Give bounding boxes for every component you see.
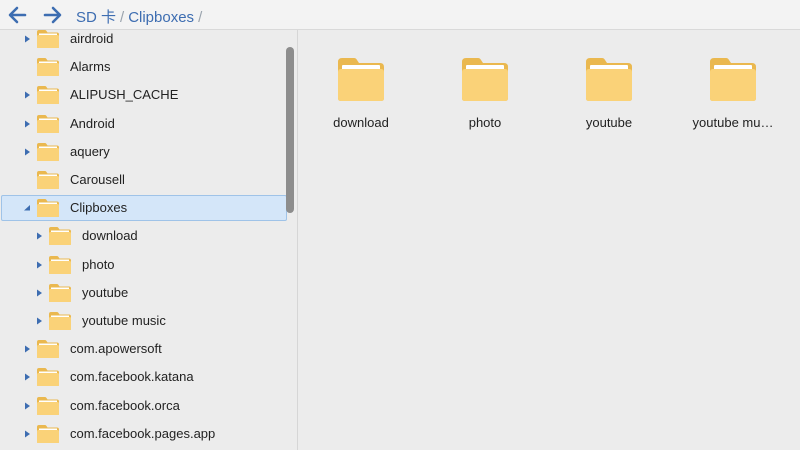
tree-item-label: com.facebook.katana	[70, 369, 194, 385]
tree-item[interactable]: download	[0, 223, 297, 249]
sidebar-scrollbar[interactable]	[286, 47, 294, 213]
folder-icon	[708, 54, 758, 102]
expand-arrow-icon[interactable]	[22, 344, 32, 354]
folder-icon	[48, 282, 72, 303]
arrow-left-icon	[8, 6, 27, 24]
folder-icon	[36, 338, 60, 359]
expand-arrow-open-icon[interactable]	[22, 203, 32, 213]
folder-icon	[36, 395, 60, 416]
arrow-right-icon	[43, 6, 62, 24]
breadcrumb: SD 卡 / Clipboxes /	[76, 6, 206, 27]
folder-tree-sidebar: airdroid Alarms ALIPUSH_CACHE Android aquery…	[0, 30, 298, 450]
forward-button[interactable]	[40, 2, 66, 28]
folder-contents: download photo youtube youtube mu…	[299, 30, 800, 450]
folder-icon	[36, 169, 60, 190]
tree-item-label: com.apowersoft	[70, 341, 162, 357]
expand-arrow-icon[interactable]	[22, 147, 32, 157]
folder-icon	[584, 54, 634, 102]
folder-icon	[36, 113, 60, 134]
folder-item[interactable]: youtube mu…	[678, 52, 788, 142]
tree-item[interactable]: com.facebook.katana	[0, 364, 297, 390]
tree-item[interactable]: Clipboxes	[0, 195, 297, 222]
folder-item-label: youtube	[585, 115, 633, 130]
expand-arrow-icon[interactable]	[22, 34, 32, 44]
folder-icon	[48, 254, 72, 275]
tree-item[interactable]: aquery	[0, 139, 297, 165]
expand-arrow-icon[interactable]	[34, 288, 44, 298]
tree-item-label: Carousell	[70, 172, 125, 187]
tree-item[interactable]: com.apowersoft	[0, 336, 297, 362]
folder-icon	[36, 30, 60, 49]
folder-icon	[336, 54, 386, 102]
folder-icon	[460, 54, 510, 102]
toolbar: SD 卡 / Clipboxes /	[0, 0, 800, 30]
folder-icon	[36, 141, 60, 162]
tree-item[interactable]: youtube	[0, 280, 297, 306]
breadcrumb-separator: /	[198, 9, 203, 26]
tree-item-label: Alarms	[70, 59, 111, 75]
expand-arrow-icon[interactable]	[22, 372, 32, 382]
folder-item[interactable]: youtube	[554, 52, 664, 142]
expand-arrow-icon[interactable]	[22, 429, 32, 439]
tree-item[interactable]: airdroid	[0, 30, 297, 52]
tree-item[interactable]: photo	[0, 252, 297, 278]
tree-item-label: Android	[70, 115, 115, 131]
expand-arrow-icon[interactable]	[34, 260, 44, 270]
tree-item-label: photo	[82, 256, 115, 272]
tree-item-label: download	[82, 228, 138, 244]
tree-item[interactable]: ALIPUSH_CACHE	[0, 82, 297, 108]
folder-icon	[48, 310, 72, 331]
folder-item[interactable]: photo	[430, 52, 540, 142]
folder-icon	[36, 56, 60, 77]
back-button[interactable]	[4, 2, 30, 28]
expand-arrow-icon[interactable]	[22, 119, 32, 129]
folder-item-label: download	[333, 115, 389, 130]
folder-item[interactable]: download	[306, 52, 416, 142]
tree-item-label: aquery	[70, 143, 110, 159]
tree-item-label: com.facebook.orca	[70, 397, 180, 413]
folder-icon	[36, 423, 60, 444]
tree-item-label: airdroid	[70, 31, 114, 46]
tree-item[interactable]: Carousell	[0, 167, 297, 193]
folder-icon	[48, 225, 72, 246]
tree-item-label: Clipboxes	[70, 200, 128, 216]
tree-item[interactable]: youtube music	[0, 308, 297, 334]
expand-arrow-icon[interactable]	[22, 90, 32, 100]
folder-item-label: photo	[468, 115, 502, 130]
tree-item[interactable]: Android	[0, 111, 297, 137]
tree-item[interactable]: com.facebook.pages.app	[0, 421, 297, 447]
expand-arrow-icon[interactable]	[34, 231, 44, 241]
tree-item[interactable]: Alarms	[0, 54, 297, 80]
breadcrumb-separator: /	[120, 9, 125, 26]
tree-item-label: ALIPUSH_CACHE	[70, 87, 179, 103]
folder-icon	[36, 366, 60, 387]
expand-arrow-icon[interactable]	[22, 401, 32, 411]
tree-item-label: youtube music	[82, 313, 166, 328]
expand-arrow-icon[interactable]	[34, 316, 44, 326]
folder-item-label: youtube mu…	[692, 115, 774, 130]
breadcrumb-item-sd-card[interactable]: SD 卡	[76, 9, 116, 26]
folder-icon	[36, 197, 60, 218]
breadcrumb-item-clipboxes[interactable]: Clipboxes	[128, 9, 194, 26]
tree-item-label: com.facebook.pages.app	[70, 425, 216, 441]
tree-item-label: youtube	[82, 284, 129, 300]
tree-item[interactable]: com.facebook.orca	[0, 393, 297, 419]
folder-icon	[36, 84, 60, 105]
